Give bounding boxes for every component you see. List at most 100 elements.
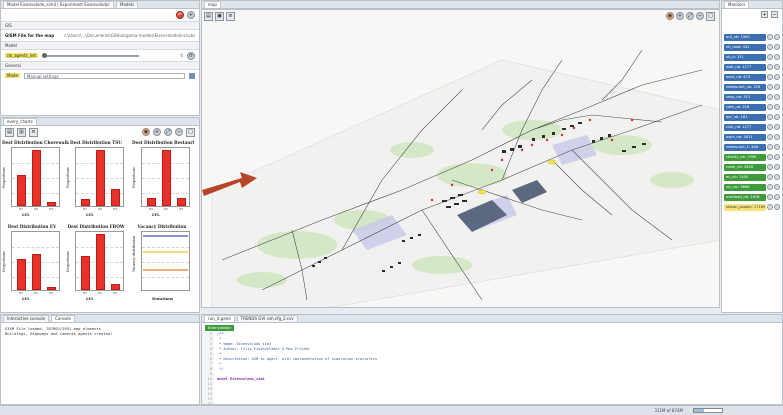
monitor-row: nb_b: 151 xyxy=(724,53,780,61)
map-snapshot-icon[interactable]: ◉ xyxy=(666,12,674,20)
monitor-value[interactable]: nb_car: 3668 xyxy=(724,183,766,191)
monitor-edit-icon[interactable] xyxy=(767,54,773,60)
zoom-fit-icon[interactable]: ⤢ xyxy=(164,128,172,136)
monitor-edit-icon[interactable] xyxy=(767,44,773,50)
monitor-edit-icon[interactable] xyxy=(767,204,773,210)
menu-icon[interactable]: ≡ xyxy=(29,127,38,137)
monitor-edit-icon[interactable] xyxy=(767,134,773,140)
monitor-edit-icon[interactable] xyxy=(767,154,773,160)
monitor-edit-icon[interactable] xyxy=(767,184,773,190)
monitor-remove-icon[interactable] xyxy=(774,84,780,90)
monitor-value[interactable]: restaurant_nb: 216 xyxy=(724,83,766,91)
monitor-value[interactable]: bar_nb: 181 xyxy=(724,113,766,121)
monitor-value[interactable]: cafe_nb: 216 xyxy=(724,103,766,111)
snapshot-icon[interactable]: ◉ xyxy=(142,128,150,136)
monitor-value[interactable]: exist_nb: 473 xyxy=(724,73,766,81)
monitor-remove-icon[interactable] xyxy=(774,194,780,200)
tab-every-charts[interactable]: every_charts xyxy=(3,118,37,125)
layers-icon[interactable]: ▤ xyxy=(204,12,213,21)
dropdown-arrow-icon[interactable] xyxy=(189,72,195,79)
map-view[interactable]: ▤ ▣ ≡ ◉ + ⤢ − □ xyxy=(201,9,720,308)
monitor-value[interactable]: charity_nb: 1900 xyxy=(724,153,766,161)
monitor-edit-icon[interactable] xyxy=(767,34,773,40)
monitor-remove-icon[interactable]: − xyxy=(771,10,778,18)
monitor-remove-icon[interactable] xyxy=(774,154,780,160)
tab-monitors[interactable]: Monitors xyxy=(724,1,750,8)
monitor-remove-icon[interactable] xyxy=(774,94,780,100)
monitor-edit-icon[interactable] xyxy=(767,174,773,180)
monitor-value[interactable]: restaurant_1: 346 xyxy=(724,143,766,151)
param-slider[interactable] xyxy=(42,52,139,58)
export-icon[interactable]: □ xyxy=(186,127,195,137)
map-toolbar-left: ▤ ▣ ≡ xyxy=(204,12,235,21)
chart: Dest Distribution Restaurl Proportions H1 H… xyxy=(132,140,195,218)
monitor-remove-icon[interactable] xyxy=(774,184,780,190)
monitor-remove-icon[interactable] xyxy=(774,54,780,60)
monitor-row: ev_nb: 1400 xyxy=(724,173,780,181)
code-editor[interactable]: 1/** 2 * 3 * Name: Eisenvolado_sim4 4 * Aut… xyxy=(202,332,782,404)
monitor-remove-icon[interactable] xyxy=(774,34,780,40)
columns-icon[interactable]: ▥ xyxy=(17,127,26,137)
monitor-remove-icon[interactable] xyxy=(774,64,780,70)
tab-run-gaml[interactable]: run_it.gaml xyxy=(204,315,235,322)
map-export-icon[interactable]: □ xyxy=(706,12,715,21)
gis-file-value[interactable]: c:\Users\...\Documents\GitHub\gama-model… xyxy=(64,33,195,38)
slider-knob[interactable] xyxy=(42,52,48,58)
tab-trends-csv[interactable]: TRENDS GVI sim.cfg_2.csv xyxy=(236,315,298,322)
monitor-value[interactable]: work_nb: 3411 xyxy=(724,133,766,141)
tab-map[interactable]: map xyxy=(204,1,221,8)
monitor-remove-icon[interactable] xyxy=(774,174,780,180)
console-line: Buildings, Highways and Cameras agents c… xyxy=(5,331,113,336)
monitor-add-icon[interactable]: + xyxy=(761,10,768,18)
monitor-edit-icon[interactable] xyxy=(767,124,773,130)
monitor-value[interactable]: shown_people: 17189 xyxy=(724,203,766,211)
monitor-edit-icon[interactable] xyxy=(767,64,773,70)
monitor-value[interactable]: wait_nb: 1277 xyxy=(724,63,766,71)
map-zoom-in-icon[interactable]: + xyxy=(676,12,684,20)
monitor-edit-icon[interactable] xyxy=(767,114,773,120)
camera-icon[interactable]: ▣ xyxy=(215,12,224,21)
tab-console[interactable]: Console xyxy=(51,315,75,322)
monitor-row: nb_road: 441 xyxy=(724,43,780,51)
revert-icon[interactable]: ↶ xyxy=(176,11,184,19)
monitor-remove-icon[interactable] xyxy=(774,74,780,80)
tab-interactive-console[interactable]: Interactive console xyxy=(3,315,50,322)
add-icon[interactable]: + xyxy=(187,11,195,19)
monitor-remove-icon[interactable] xyxy=(774,134,780,140)
map-zoom-fit-icon[interactable]: ⤢ xyxy=(686,12,694,20)
monitor-value[interactable]: overload_nb: 1618 xyxy=(724,193,766,201)
monitor-edit-icon[interactable] xyxy=(767,144,773,150)
bar xyxy=(47,287,56,290)
monitor-edit-icon[interactable] xyxy=(767,94,773,100)
monitor-remove-icon[interactable] xyxy=(774,204,780,210)
monitor-remove-icon[interactable] xyxy=(774,44,780,50)
monitor-remove-icon[interactable] xyxy=(774,164,780,170)
monitor-edit-icon[interactable] xyxy=(767,194,773,200)
zoom-in-icon[interactable]: + xyxy=(153,128,161,136)
monitor-remove-icon[interactable] xyxy=(774,114,780,120)
monitor-edit-icon[interactable] xyxy=(767,164,773,170)
options-icon[interactable]: ≡ xyxy=(226,12,235,21)
model-badge[interactable]: Eisenvolador xyxy=(205,324,235,331)
monitor-remove-icon[interactable] xyxy=(774,144,780,150)
monitor-value[interactable]: room_nb: 2616 xyxy=(724,163,766,171)
monitor-edit-icon[interactable] xyxy=(767,84,773,90)
monitor-remove-icon[interactable] xyxy=(774,124,780,130)
monitor-edit-icon[interactable] xyxy=(767,104,773,110)
tab-experiment[interactable]: Model Eisenvolado_sim4 | Experiment Eise… xyxy=(3,1,114,8)
layout-icon[interactable]: ▤ xyxy=(5,127,14,137)
param-reset-icon[interactable]: ⟳ xyxy=(187,51,195,60)
tab-models[interactable]: Models xyxy=(116,1,139,8)
monitor-edit-icon[interactable] xyxy=(767,74,773,80)
monitor-value[interactable]: nb_b: 151 xyxy=(724,53,766,61)
monitor-value[interactable]: aut_nb: 1560 xyxy=(724,33,766,41)
map-zoom-out-icon[interactable]: − xyxy=(696,12,704,20)
zoom-out-icon[interactable]: − xyxy=(175,128,183,136)
monitor-value[interactable]: nb_road: 441 xyxy=(724,43,766,51)
chart-title: Dest Distribution Restaurl xyxy=(132,140,195,145)
monitor-value[interactable]: ev_nb: 1400 xyxy=(724,173,766,181)
monitor-value[interactable]: club_nb: 1277 xyxy=(724,123,766,131)
monitor-remove-icon[interactable] xyxy=(774,104,780,110)
monitor-value[interactable]: shop_nb: 313 xyxy=(724,93,766,101)
general-dropdown[interactable]: Manual settings xyxy=(23,72,185,79)
